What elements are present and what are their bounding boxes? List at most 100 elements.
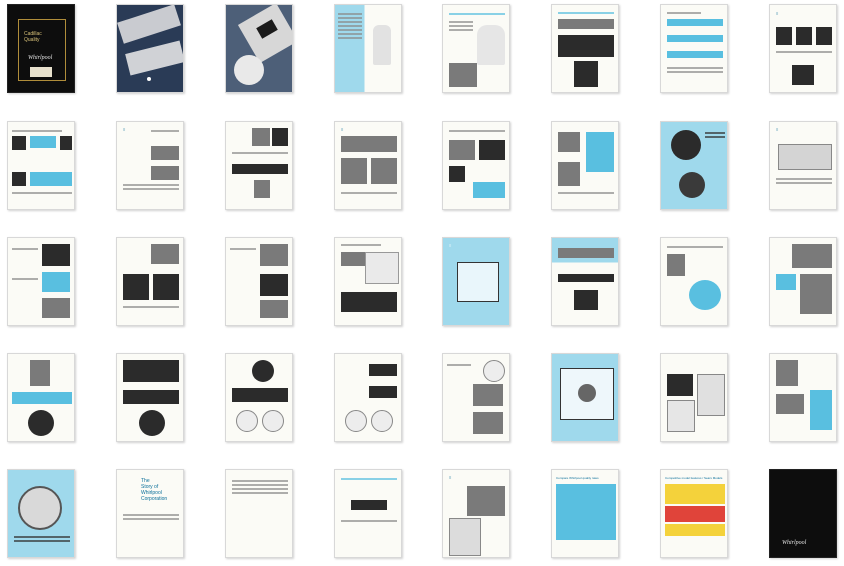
page-thumbnail[interactable]: [334, 4, 402, 93]
page-thumbnail[interactable]: [334, 469, 402, 558]
page-thumbnail[interactable]: [225, 4, 293, 93]
text-line: [341, 478, 397, 480]
photo: [252, 360, 274, 382]
photo: [42, 298, 70, 318]
page-thumbnail[interactable]: ≡: [769, 121, 837, 210]
page-thumbnail[interactable]: [442, 4, 510, 93]
page-thumbnail[interactable]: [225, 353, 293, 442]
panel-photo: [558, 35, 614, 57]
control-panel-photo: [232, 388, 288, 402]
photo: [139, 410, 165, 436]
page-thumbnail[interactable]: Whirlpool: [769, 469, 837, 558]
page-thumbnail[interactable]: [551, 4, 619, 93]
text-line: [341, 520, 397, 522]
page-thumbnail[interactable]: ≡: [769, 4, 837, 93]
photo: [151, 166, 179, 180]
page-thumbnail[interactable]: Competitive model features / Sears Model…: [660, 469, 728, 558]
text-line: [449, 21, 473, 23]
text-line: [558, 12, 614, 14]
page-thumbnail[interactable]: ≡: [116, 121, 184, 210]
page-thumbnail[interactable]: [116, 237, 184, 326]
photo: [123, 274, 149, 300]
page-thumbnail[interactable]: [225, 469, 293, 558]
page-thumbnail[interactable]: [7, 237, 75, 326]
page-thumbnail[interactable]: The Story of Whirlpool Corporation: [116, 469, 184, 558]
text-line: [232, 480, 288, 482]
text-line: [341, 244, 381, 246]
photo: [341, 158, 367, 184]
page-thumbnail[interactable]: [551, 353, 619, 442]
photo: [671, 130, 701, 160]
page-title: ≡: [123, 127, 126, 132]
page-thumbnail[interactable]: [225, 121, 293, 210]
text-line: [12, 192, 72, 194]
page-thumbnail[interactable]: [7, 121, 75, 210]
page-thumbnail[interactable]: [442, 353, 510, 442]
photo: [236, 410, 258, 432]
text-line: [449, 13, 505, 15]
page-thumbnail[interactable]: [7, 469, 75, 558]
page-thumbnail[interactable]: [660, 353, 728, 442]
text-line: [151, 130, 179, 132]
appliance-photo: [778, 144, 832, 170]
photo: [800, 274, 832, 314]
photo: [260, 274, 288, 296]
text-line: [123, 518, 179, 520]
page-thumbnail[interactable]: [769, 353, 837, 442]
page-thumbnail[interactable]: [551, 121, 619, 210]
page-thumbnail[interactable]: [769, 237, 837, 326]
page-thumbnail[interactable]: [551, 237, 619, 326]
appliance-photo: [667, 400, 695, 432]
page-thumbnail[interactable]: [660, 121, 728, 210]
photo: [449, 166, 465, 182]
text-line: [449, 130, 505, 132]
page-thumbnail[interactable]: [334, 237, 402, 326]
photo: [667, 374, 693, 396]
text-line: [232, 484, 288, 486]
agitator-photo: [477, 25, 505, 65]
photo: [776, 394, 804, 414]
text-line: [558, 192, 614, 194]
photo: [151, 244, 179, 264]
comparison-table: [556, 484, 616, 540]
page-thumbnail[interactable]: [116, 353, 184, 442]
text-line: [667, 12, 701, 14]
control-panel-photo: [574, 290, 598, 310]
page-thumbnail[interactable]: Cadillac Quality Whirlpool: [7, 4, 75, 93]
page-title: ≡: [776, 127, 779, 132]
page-thumbnail[interactable]: ≡: [442, 469, 510, 558]
text-line: [341, 192, 397, 194]
page-thumbnail[interactable]: [225, 237, 293, 326]
diagram: [12, 392, 72, 404]
sidebar-box: [810, 390, 832, 430]
control-panel-photo: [117, 5, 181, 44]
page-thumbnail[interactable]: [660, 237, 728, 326]
photo: [776, 274, 796, 290]
page-thumbnail[interactable]: Compare Whirlpool quality rates: [551, 469, 619, 558]
page-thumbnail[interactable]: [442, 121, 510, 210]
photo: [473, 182, 505, 198]
thumbnail-grid: Cadillac Quality Whirlpool ≡ ≡ ≡ ≡ ≡ The…: [0, 0, 844, 566]
text-line: [12, 248, 38, 250]
page-thumbnail[interactable]: [116, 4, 184, 93]
text-line: [705, 136, 725, 138]
text-line: [14, 536, 70, 538]
text-line: [230, 248, 256, 250]
sidebar-box: [586, 132, 614, 172]
page-thumbnail[interactable]: ≡: [334, 121, 402, 210]
control-panel-photo: [667, 19, 723, 26]
page-thumbnail[interactable]: [7, 353, 75, 442]
text-line: [232, 492, 288, 494]
cover-appliance: [30, 67, 52, 77]
photo: [473, 412, 503, 434]
control-panel-photo: [123, 360, 179, 382]
text-line: [667, 71, 723, 73]
text-line: [667, 246, 723, 248]
page-thumbnail[interactable]: [660, 4, 728, 93]
photo: [12, 172, 26, 186]
agitator-photo: [373, 25, 391, 65]
page-thumbnail[interactable]: ≡: [442, 237, 510, 326]
control-panel-photo: [667, 35, 723, 42]
page-thumbnail[interactable]: [334, 353, 402, 442]
text-line: [449, 25, 473, 27]
